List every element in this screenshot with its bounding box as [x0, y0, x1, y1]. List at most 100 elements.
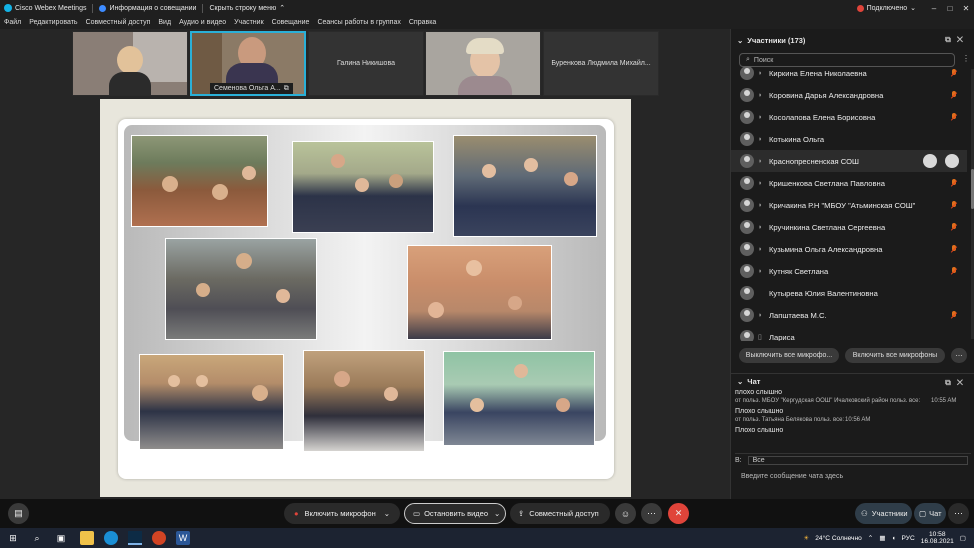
muted-mic-icon[interactable]	[951, 310, 957, 320]
muted-mic-icon[interactable]	[951, 68, 957, 78]
video-thumbnail[interactable]	[72, 31, 188, 96]
participant-row[interactable]: ◗ Краснопресненская СОШ	[731, 150, 967, 172]
webex-taskbar-icon[interactable]	[128, 531, 142, 545]
participant-row[interactable]: ▯ Лариса	[731, 326, 967, 341]
chevron-down-icon: ⌄	[383, 509, 391, 518]
muted-mic-icon[interactable]	[951, 200, 957, 210]
opera-icon[interactable]	[152, 531, 166, 545]
muted-mic-icon[interactable]	[951, 222, 957, 232]
file-explorer-icon[interactable]	[80, 531, 94, 545]
video-thumbnail[interactable]: Галина Никишова	[308, 31, 424, 96]
meeting-controls: ▤ ● Включить микрофон ⌄ ▭ Остановить вид…	[0, 499, 974, 528]
participant-row[interactable]: Кутырева Юлия Валентиновна	[731, 282, 967, 304]
minimize-button[interactable]: –	[926, 4, 942, 13]
menu-share[interactable]: Совместный доступ	[82, 19, 155, 26]
chat-bubble-icon[interactable]	[923, 154, 937, 168]
mute-all-button[interactable]: Выключить все микрофо...	[739, 348, 839, 363]
unmute-all-button[interactable]: Включить все микрофоны	[845, 348, 945, 363]
recipient-dropdown[interactable]: Все	[747, 456, 968, 465]
collapse-chevron-icon[interactable]: ⌄	[737, 377, 743, 386]
audio-icon: ◗	[758, 311, 763, 319]
video-button[interactable]: ▭ Остановить видео ⌄	[404, 503, 506, 524]
notifications-icon[interactable]: ▢	[960, 534, 966, 542]
edge-icon[interactable]	[104, 531, 118, 545]
windows-start-icon[interactable]: ⊞	[6, 531, 20, 545]
participant-row[interactable]: ◗ Лапштаева М.С.	[731, 304, 967, 326]
task-view-icon[interactable]: ▣	[54, 531, 68, 545]
share-button[interactable]: ⇪ Совместный доступ	[510, 503, 610, 524]
participant-row[interactable]: ◗ Котькина Ольга	[731, 128, 967, 150]
menu-help[interactable]: Справка	[405, 19, 440, 26]
language[interactable]: РУС	[902, 535, 915, 542]
muted-mic-icon[interactable]	[951, 266, 957, 276]
close-panel-icon[interactable]: ✕	[957, 378, 969, 387]
participant-row[interactable]: ◗ Кручинкина Светлана Сергеевна	[731, 216, 967, 238]
word-icon[interactable]: W	[176, 531, 190, 545]
participant-row[interactable]: ◗ Кричакина Р.Н "МБОУ "Атьминская СОШ"	[731, 194, 967, 216]
avatar	[740, 242, 754, 256]
search-icon[interactable]: ⌕	[30, 531, 44, 545]
participant-row[interactable]: ◗ Кузьмина Ольга Александровна	[731, 238, 967, 260]
chevron-up-icon[interactable]: ⌃	[868, 534, 874, 542]
clock[interactable]: 10:58 16.08.2021	[921, 531, 954, 545]
collapse-chevron-icon[interactable]: ⌄	[737, 36, 743, 45]
participant-row[interactable]: ◗ Киркина Елена Николаевна	[731, 65, 967, 84]
mic-button[interactable]: ● Включить микрофон ⌄	[284, 503, 400, 524]
avatar	[740, 308, 754, 322]
menu-meeting[interactable]: Совещание	[268, 19, 314, 26]
thumbnail-name: Семенова Ольга А...	[214, 85, 281, 92]
chat-message: плохо слышно	[735, 389, 783, 396]
participant-row[interactable]: ◗ Кришенкова Светлана Павловна	[731, 172, 967, 194]
captions-icon[interactable]: ▤	[8, 503, 29, 524]
speaker-icon[interactable]: ◖	[892, 535, 896, 542]
end-call-icon[interactable]: ✕	[668, 503, 689, 524]
participants-toggle-button[interactable]: ⚇ Участники	[855, 503, 912, 524]
muted-mic-icon: ●	[294, 509, 299, 518]
menu-file[interactable]: Файл	[0, 19, 25, 26]
network-icon[interactable]: ▦	[879, 534, 885, 542]
connection-status[interactable]: Подключено ⌄	[856, 4, 916, 12]
avatar	[740, 110, 754, 124]
popout-icon[interactable]: ⧉	[945, 378, 957, 387]
weather[interactable]: 24°C Солнечно	[815, 535, 862, 542]
chevron-down-icon: ⌄	[494, 509, 501, 518]
muted-mic-icon[interactable]	[951, 244, 957, 254]
people-icon: ⚇	[861, 509, 868, 518]
more-icon[interactable]: ⋯	[948, 503, 969, 524]
info-icon	[99, 4, 107, 12]
chat-toggle-button[interactable]: ▢ Чат	[914, 503, 946, 524]
video-thumbnail[interactable]: Буренкова Людмила Михайл...	[543, 31, 659, 96]
participant-row[interactable]: ◗ Косолапова Елена Борисовна	[731, 106, 967, 128]
muted-mic-icon[interactable]	[951, 112, 957, 122]
close-button[interactable]: ✕	[958, 4, 974, 13]
menu-participant[interactable]: Участник	[230, 19, 268, 26]
chat-header: ⌄ Чат ⧉✕	[731, 373, 974, 389]
video-thumbnail-active[interactable]: Семенова Ольга А... ⧉	[190, 31, 306, 96]
mic-toggle-icon[interactable]	[945, 154, 959, 168]
hide-menu-button[interactable]: Скрыть строку меню ⌃	[205, 4, 289, 13]
share-icon: ⇪	[518, 509, 525, 518]
close-panel-icon[interactable]: ✕	[957, 35, 969, 44]
menu-breakout[interactable]: Сеансы работы в группах	[313, 19, 404, 26]
classroom-photo	[131, 135, 268, 227]
chat-recipient: В: Все	[735, 453, 971, 465]
classroom-photo	[453, 135, 597, 237]
menu-view[interactable]: Вид	[154, 19, 175, 26]
more-options-icon[interactable]: ⋮	[962, 54, 970, 63]
menu-audio-video[interactable]: Аудио и видео	[175, 19, 230, 26]
more-options-icon[interactable]: ⋯	[951, 348, 967, 363]
participants-header: ⌄ Участники (173) ⧉✕	[731, 29, 974, 51]
more-icon[interactable]: ⋯	[641, 503, 662, 524]
maximize-button[interactable]: □	[942, 4, 958, 13]
chat-input[interactable]: Введите сообщение чата здесь	[741, 473, 843, 480]
popout-icon[interactable]: ⧉	[945, 35, 957, 44]
muted-mic-icon[interactable]	[951, 90, 957, 100]
menu-edit[interactable]: Редактировать	[25, 19, 81, 26]
video-thumbnail[interactable]	[425, 31, 541, 96]
participant-list: ◗ Киркина Елена Николаевна ◗ Коровина Дарь…	[731, 65, 971, 341]
participant-row[interactable]: ◗ Кутняк Светлана	[731, 260, 967, 282]
participant-row[interactable]: ◗ Коровина Дарья Александровна	[731, 84, 967, 106]
reactions-icon[interactable]: ☺	[615, 503, 636, 524]
meeting-info-button[interactable]: Информация о совещании	[95, 4, 200, 12]
muted-mic-icon[interactable]	[951, 178, 957, 188]
